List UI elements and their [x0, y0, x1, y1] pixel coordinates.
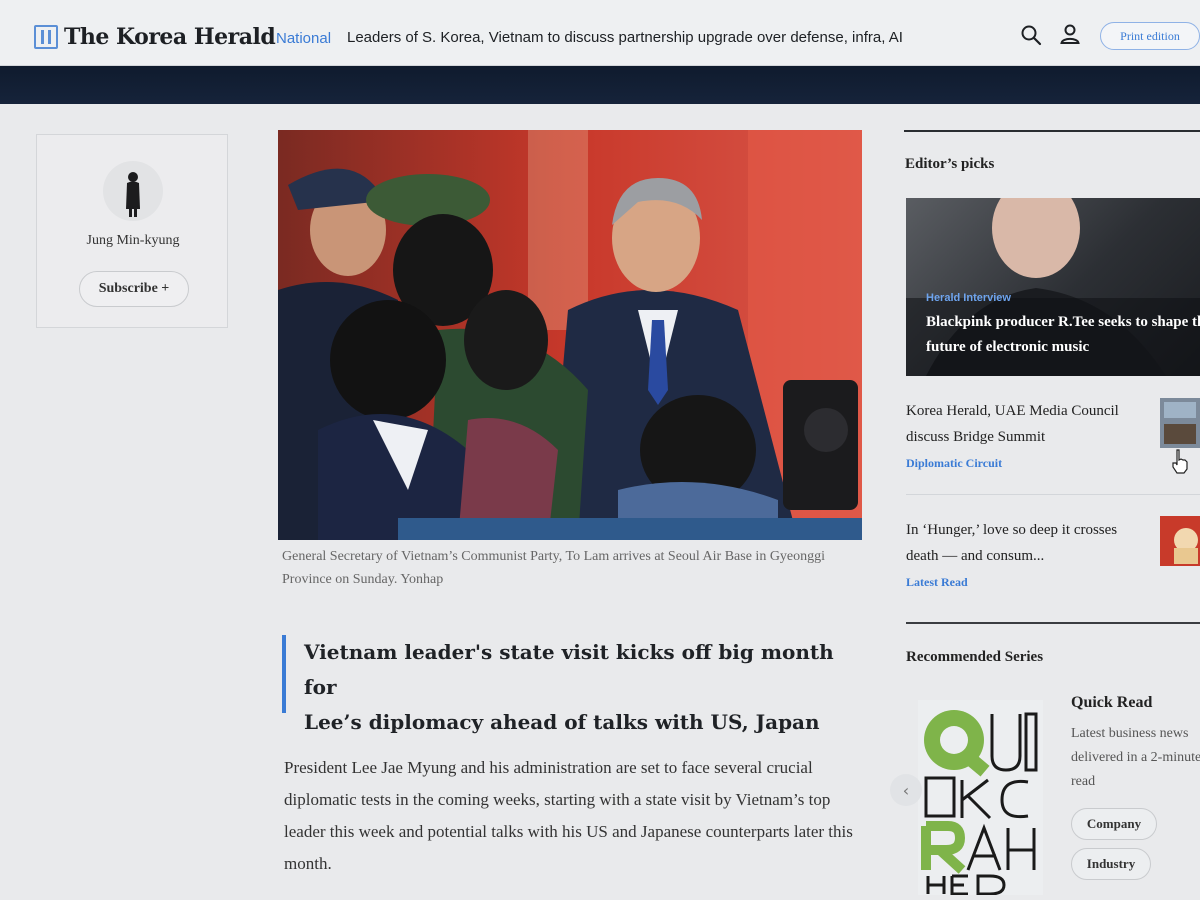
series-name[interactable]: Quick Read [1071, 694, 1152, 712]
series-prev-button[interactable]: ‹ [890, 774, 922, 806]
pick-item-thumbnail[interactable] [1160, 516, 1200, 566]
article-headline: Vietnam leader's state visit kicks off b… [282, 635, 852, 734]
author-card: Jung Min-kyung Subscribe + [36, 134, 228, 328]
author-figure-icon [126, 172, 140, 217]
chip-industry[interactable]: Industry [1071, 848, 1151, 880]
pick-item-thumbnail[interactable] [1160, 398, 1200, 448]
thumbnail-illustration [1160, 516, 1200, 566]
search-icon[interactable] [1020, 24, 1042, 46]
header-band [0, 66, 1200, 104]
photo-caption: General Secretary of Vietnam’s Communist… [282, 549, 826, 587]
author-avatar[interactable] [103, 161, 163, 221]
site-logo[interactable]: The Korea Herald [34, 24, 276, 50]
editors-picks-title: Editor’s picks [905, 156, 995, 172]
pick-item-tag[interactable]: Diplomatic Circuit [906, 456, 1002, 471]
section-link[interactable]: National [276, 30, 331, 47]
hero-title[interactable]: Blackpink producer R.Tee seeks to shape … [926, 310, 1200, 360]
hero-tag[interactable]: Herald Interview [926, 292, 1011, 304]
ticker-headline-link[interactable]: Leaders of S. Korea, Vietnam to discuss … [347, 29, 903, 46]
pick-item-tag[interactable]: Latest Read [906, 575, 968, 590]
author-name[interactable]: Jung Min-kyung [37, 233, 229, 249]
right-column-rule [904, 130, 1200, 132]
recommended-series-title: Recommended Series [906, 649, 1044, 665]
series-description: Latest business news delivered in a 2-mi… [1071, 726, 1200, 789]
headline-line-2: Lee’s diplomacy ahead of talks with US, … [304, 710, 820, 734]
headline-line-1: Vietnam leader's state visit kicks off b… [304, 640, 834, 699]
thumbnail-illustration [1160, 398, 1200, 448]
pick-item-title[interactable]: In ‘Hunger,’ love so deep it crosses dea… [906, 517, 1150, 569]
logo-mark-icon [34, 25, 58, 49]
chip-company[interactable]: Company [1071, 808, 1157, 840]
editors-pick-hero[interactable]: Herald Interview Blackpink producer R.Te… [906, 198, 1200, 376]
pick-item-title[interactable]: Korea Herald, UAE Media Council discuss … [906, 398, 1150, 450]
user-icon[interactable] [1058, 22, 1082, 46]
hand-cursor-icon [1172, 449, 1188, 474]
article-photo-illustration [278, 130, 862, 540]
quick-read-cover-illustration[interactable] [918, 700, 1043, 895]
section-rule [906, 622, 1200, 624]
print-edition-button[interactable]: Print edition [1100, 22, 1200, 50]
article-body: President Lee Jae Myung and his administ… [284, 758, 853, 873]
logo-text: The Korea Herald [64, 24, 276, 50]
top-navigation-bar: The Korea Herald National Leaders of S. … [0, 0, 1200, 66]
article-photo [278, 130, 862, 540]
pick-divider [906, 494, 1200, 495]
subscribe-button[interactable]: Subscribe + [79, 271, 189, 307]
